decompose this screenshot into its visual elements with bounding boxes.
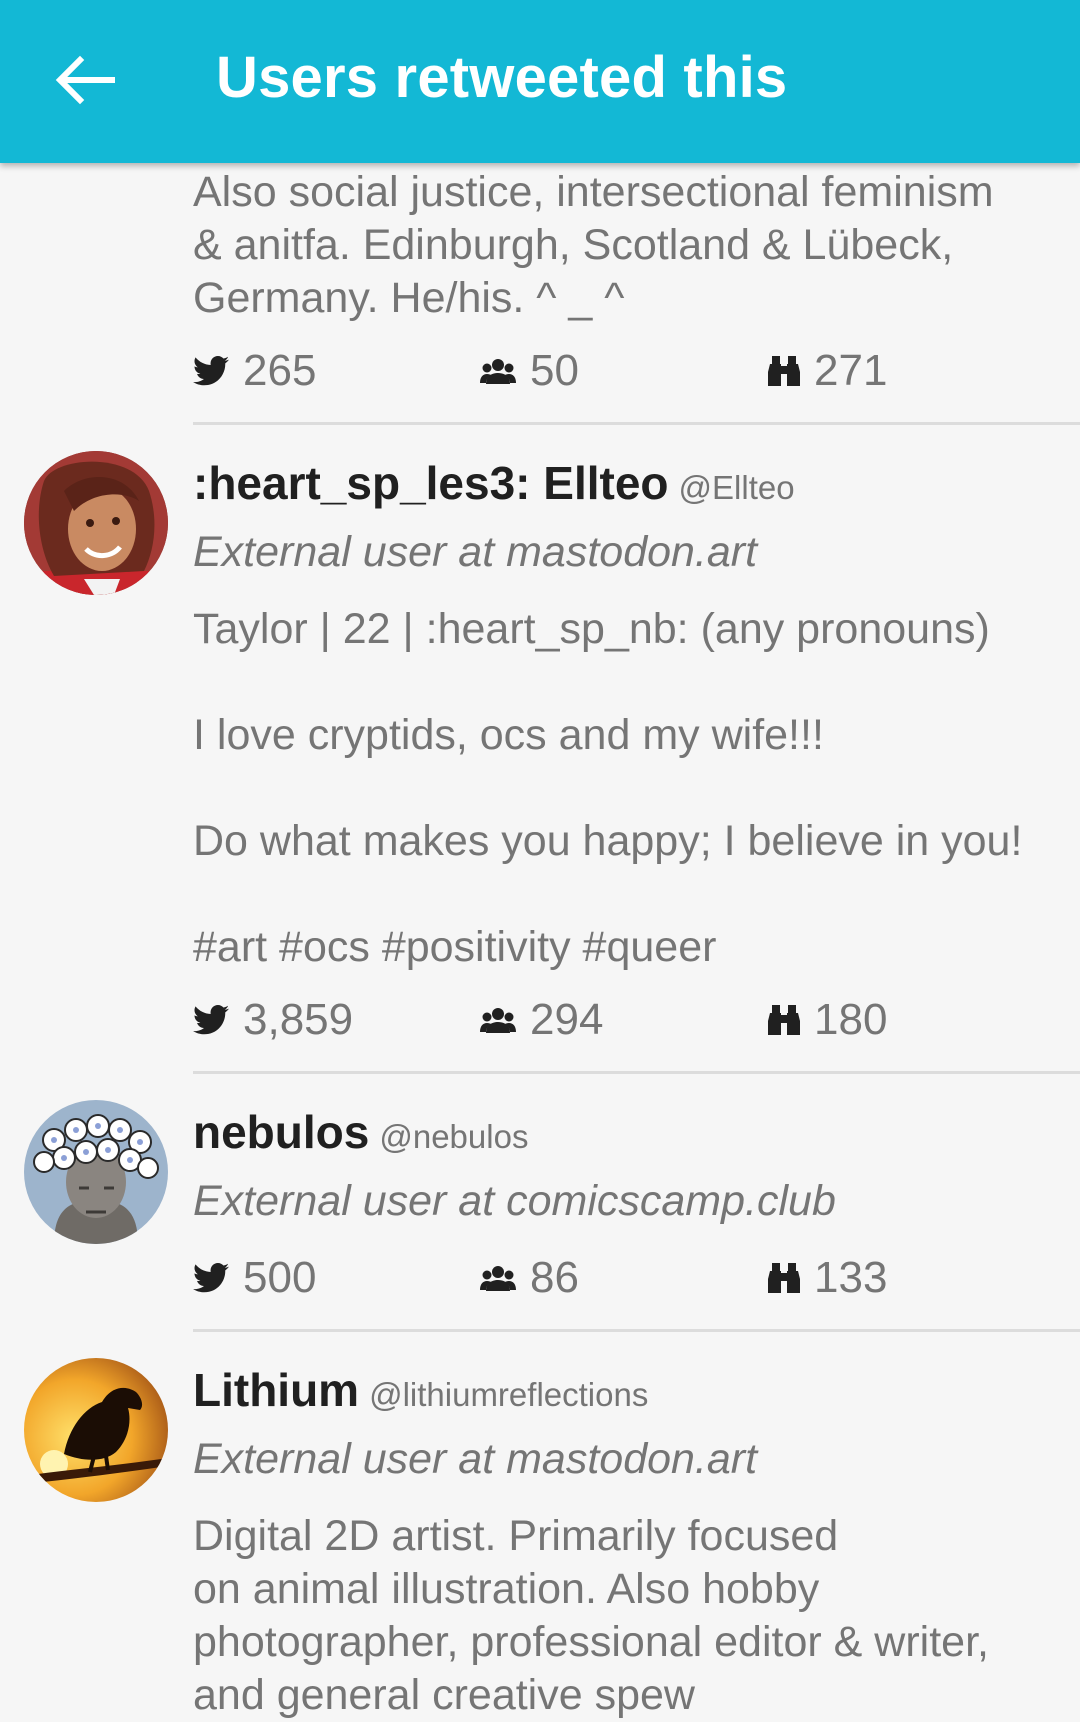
user-handle: @nebulos	[379, 1118, 529, 1155]
display-name: :heart_sp_les3: Ellteo	[193, 457, 669, 509]
following-count: 294	[480, 990, 603, 1050]
followers-count: 133	[768, 1248, 887, 1308]
followers-count: 180	[768, 990, 887, 1050]
divider	[193, 1329, 1080, 1332]
user-stats: 265 50 271	[193, 341, 1063, 401]
statuses-count: 3,859	[193, 990, 353, 1050]
binoculars-icon	[768, 1263, 800, 1293]
user-handle: @Ellteo	[678, 469, 795, 506]
binoculars-icon	[768, 1005, 800, 1035]
avatar-image	[24, 1358, 168, 1502]
instance-line: External user at comicscamp.club	[193, 1177, 836, 1225]
people-icon	[480, 1266, 516, 1291]
avatar[interactable]	[24, 1358, 168, 1502]
back-button[interactable]	[44, 40, 124, 120]
avatar-image	[24, 1100, 168, 1244]
following-count: 86	[480, 1248, 579, 1308]
user-bio: Taylor | 22 | :heart_sp_nb: (any pronoun…	[193, 605, 1023, 971]
page-title: Users retweeted this	[216, 45, 788, 110]
user-stats: 3,859 294 180	[193, 990, 1063, 1050]
user-handle: @lithiumreflections	[369, 1376, 649, 1413]
user-name-row[interactable]: nebulos @nebulos	[193, 1105, 528, 1159]
binoculars-icon	[768, 356, 800, 386]
bird-icon	[193, 1005, 229, 1035]
followers-count: 271	[768, 341, 887, 401]
display-name: nebulos	[193, 1106, 370, 1158]
people-icon	[480, 359, 516, 384]
user-name-row[interactable]: :heart_sp_les3: Ellteo @Ellteo	[193, 456, 795, 510]
avatar-image	[24, 451, 168, 595]
user-bio: Digital 2D artist. Primarily focused on …	[193, 1512, 989, 1719]
divider	[193, 422, 1080, 425]
following-count: 50	[480, 341, 579, 401]
statuses-count: 500	[193, 1248, 316, 1308]
user-bio: Also social justice, intersectional femi…	[193, 168, 994, 322]
user-name-row[interactable]: Lithium @lithiumreflections	[193, 1363, 648, 1417]
app-bar: Users retweeted this	[0, 0, 1080, 163]
instance-line: External user at mastodon.art	[193, 528, 758, 576]
bird-icon	[193, 1263, 229, 1293]
divider	[193, 1071, 1080, 1074]
user-stats: 500 86 133	[193, 1248, 1063, 1308]
bird-icon	[193, 356, 229, 386]
people-icon	[480, 1008, 516, 1033]
avatar[interactable]	[24, 451, 168, 595]
avatar[interactable]	[24, 1100, 168, 1244]
instance-line: External user at mastodon.art	[193, 1435, 758, 1483]
display-name: Lithium	[193, 1364, 360, 1416]
arrow-left-icon	[55, 55, 115, 105]
statuses-count: 265	[193, 341, 316, 401]
